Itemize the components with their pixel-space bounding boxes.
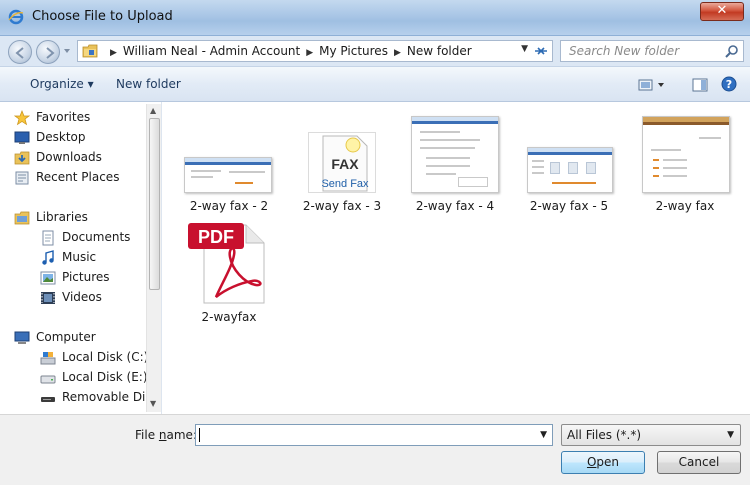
- cancel-button[interactable]: Cancel: [657, 451, 741, 474]
- downloads-icon: [14, 151, 30, 165]
- file-type-dropdown-icon: ▼: [727, 430, 734, 440]
- forward-button[interactable]: [36, 40, 60, 64]
- ie-icon: [8, 9, 24, 25]
- file-name: 2-way fax - 2: [189, 199, 269, 213]
- command-toolbar: Organize ▾ New folder ?: [0, 66, 750, 102]
- file-thumbnail: [184, 157, 272, 193]
- folder-icon: [82, 44, 98, 58]
- pdf-icon-text: PDF: [198, 227, 234, 247]
- file-name-dropdown-icon[interactable]: ▼: [540, 430, 547, 440]
- refresh-icon[interactable]: [532, 43, 550, 59]
- search-box[interactable]: [560, 40, 744, 62]
- svg-text:?: ?: [726, 78, 732, 91]
- file-type-select[interactable]: All Files (*.*) ▼: [561, 424, 741, 446]
- computer-icon: [14, 331, 30, 344]
- recent-places-icon: [15, 171, 29, 185]
- desktop-icon: [14, 131, 30, 144]
- back-button[interactable]: [8, 40, 32, 64]
- file-name: 2-way fax - 5: [529, 199, 609, 213]
- file-name-input[interactable]: ▼: [195, 424, 553, 446]
- file-dialog-footer: File name: ▼ All Files (*.*) ▼ Open Canc…: [0, 414, 750, 485]
- fax-icon-caption: Send Fax: [321, 178, 369, 190]
- file-name: 2-way fax: [655, 199, 715, 213]
- star-icon: [14, 110, 30, 126]
- address-dropdown-icon[interactable]: ▼: [521, 44, 528, 54]
- file-list: 2-way fax - 2 FAX Send Fax 2-way fax - 3…: [163, 102, 750, 414]
- breadcrumb-item-my-pictures[interactable]: My Pictures: [319, 44, 388, 58]
- breadcrumb-item-new-folder[interactable]: New folder: [407, 44, 472, 58]
- breadcrumb: ▶ William Neal - Admin Account ▶ My Picture…: [104, 44, 472, 58]
- breadcrumb-separator-icon: ▶: [306, 48, 314, 58]
- arrow-right-icon: [46, 47, 55, 59]
- scroll-up-icon[interactable]: ▲: [150, 106, 156, 115]
- breadcrumb-separator-icon: ▶: [393, 48, 401, 58]
- file-thumbnail: FAX Send Fax: [308, 132, 376, 193]
- fax-icon: FAX Send Fax: [321, 135, 369, 192]
- address-row: ▶ William Neal - Admin Account ▶ My Picture…: [0, 36, 750, 66]
- pictures-icon: [40, 271, 56, 285]
- file-name-label: File name:: [135, 428, 197, 442]
- file-type-value: All Files (*.*): [567, 428, 642, 442]
- breadcrumb-separator-icon: ▶: [110, 48, 117, 58]
- search-icon[interactable]: [725, 44, 739, 58]
- preview-pane-icon[interactable]: [692, 77, 708, 93]
- fax-icon-text: FAX: [331, 156, 359, 172]
- libraries-icon: [14, 211, 30, 225]
- disk-icon: [40, 375, 56, 384]
- new-folder-button[interactable]: New folder: [116, 77, 181, 91]
- window-title: Choose File to Upload: [32, 9, 173, 24]
- music-icon: [42, 250, 54, 265]
- title-bar: Choose File to Upload ✕: [0, 0, 750, 36]
- system-disk-icon: [40, 352, 56, 365]
- breadcrumb-item-account[interactable]: William Neal - Admin Account: [123, 44, 300, 58]
- file-thumbnail: [642, 116, 730, 193]
- file-name: 2-way fax - 3: [302, 199, 382, 213]
- organize-button[interactable]: Organize ▾: [30, 77, 94, 91]
- navigation-pane: Favorites Desktop Downloads Recent Place…: [0, 102, 162, 414]
- file-thumbnail: [527, 147, 613, 193]
- address-bar[interactable]: ▶ William Neal - Admin Account ▶ My Picture…: [77, 40, 553, 62]
- text-caret: [199, 428, 200, 442]
- removable-disk-icon: [41, 397, 55, 402]
- search-input[interactable]: [561, 41, 721, 61]
- recent-pages-dropdown-icon[interactable]: [63, 47, 71, 55]
- file-name: 2-wayfax: [201, 310, 257, 324]
- pdf-icon: PDF: [188, 223, 265, 304]
- open-button[interactable]: Open: [561, 451, 645, 474]
- help-icon[interactable]: ?: [721, 76, 737, 92]
- scroll-down-icon[interactable]: ▼: [150, 399, 156, 408]
- file-name: 2-way fax - 4: [415, 199, 495, 213]
- videos-icon: [41, 292, 55, 304]
- file-thumbnail: [411, 116, 499, 193]
- file-thumbnail: PDF: [182, 221, 276, 305]
- change-view-icon[interactable]: [638, 77, 668, 93]
- close-button[interactable]: ✕: [700, 2, 744, 21]
- scrollbar-thumb[interactable]: [149, 118, 160, 290]
- documents-icon: [42, 230, 54, 246]
- nav-scrollbar[interactable]: ▲ ▼: [146, 104, 161, 412]
- arrow-left-icon: [15, 47, 24, 59]
